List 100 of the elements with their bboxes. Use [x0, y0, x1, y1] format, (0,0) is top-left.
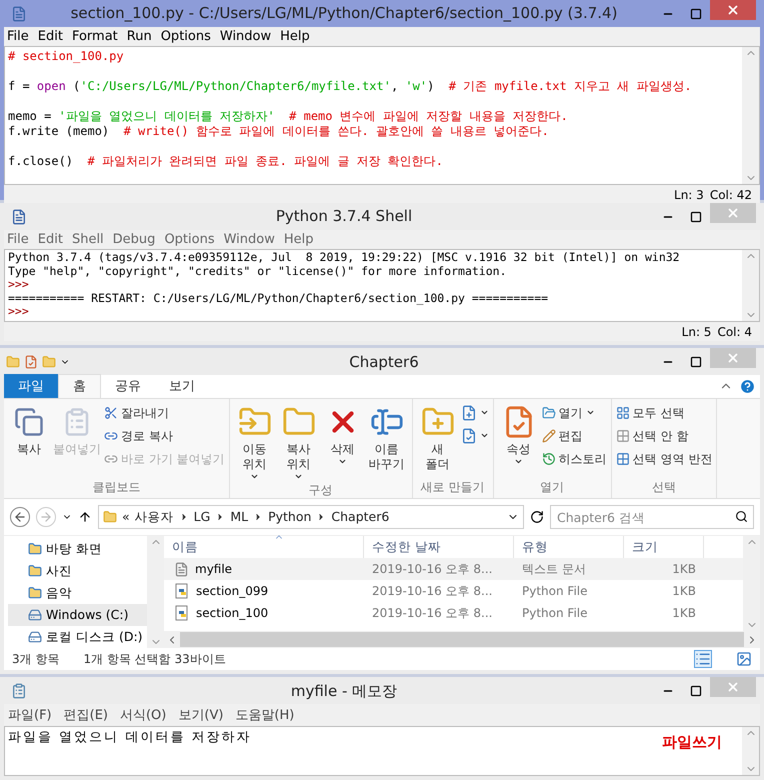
ribbon-button[interactable]: 속성	[498, 402, 540, 478]
ribbon-button[interactable]: 삭제	[322, 402, 364, 482]
nav-item[interactable]: 음악	[8, 582, 147, 604]
menu-item[interactable]: Edit	[38, 26, 63, 46]
breadcrumb[interactable]: Python	[268, 508, 312, 527]
python-file-icon	[174, 583, 190, 600]
ribbon-tab[interactable]: 공유	[101, 374, 155, 398]
menu-item[interactable]: 서식(O)	[120, 706, 166, 726]
ribbon-tab[interactable]: 홈	[58, 374, 101, 398]
folder-icon	[542, 406, 556, 420]
nav-item[interactable]: 바탕 화면	[8, 538, 147, 560]
menu-item[interactable]: Help	[280, 26, 310, 46]
file-type: Python File	[522, 584, 588, 598]
nav-item[interactable]: 사진	[8, 560, 147, 582]
shell-prompt: >>>	[8, 278, 29, 292]
ribbon-tab[interactable]: 파일	[4, 374, 58, 398]
file-type: 텍스트 문서	[522, 562, 586, 576]
status-text: 3개 항목	[12, 651, 60, 668]
menu-item[interactable]: Window	[220, 26, 272, 46]
folder-icon	[28, 564, 42, 578]
group-label: 구성	[308, 482, 334, 500]
file-name: myfile	[195, 561, 232, 578]
ribbon-button[interactable]: 히스토리	[542, 448, 607, 470]
code-line: # section_100.py	[8, 49, 125, 64]
ribbon-button[interactable]: 선택 안 함	[616, 425, 712, 446]
text-file-icon	[174, 562, 189, 577]
file-row[interactable]: section_099 2019-10-16 오후 8... Python File 1KB	[164, 580, 743, 602]
menu-item[interactable]: 보기(V)	[178, 706, 224, 726]
breadcrumb[interactable]: LG	[194, 508, 210, 527]
ribbon-button[interactable]: 이동 위치	[234, 402, 276, 482]
menu-item[interactable]: Debug	[112, 230, 156, 250]
code-line: f = open ('C:/Users/LG/ML/Python/Chapter6/myfile.txt', 'w') # 기존 myfile.txt 지우고 새 파일생성.	[8, 79, 693, 94]
file-check-icon	[460, 428, 477, 444]
menu-item[interactable]: Run	[126, 26, 152, 46]
python-file-icon	[174, 605, 190, 622]
breadcrumb[interactable]: ML	[230, 508, 248, 527]
up-icon	[78, 510, 92, 524]
search-field[interactable]: Chapter6 검색	[550, 505, 754, 530]
ribbon-button[interactable]: 경로 복사	[104, 425, 225, 446]
breadcrumb[interactable]: Chapter6	[331, 508, 390, 527]
close-button[interactable]	[710, 0, 756, 20]
search-icon	[735, 510, 748, 524]
folder-icon	[28, 586, 42, 600]
shell-prompt: >>>	[8, 305, 30, 318]
scrollbar[interactable]	[742, 47, 759, 184]
folder-icon	[6, 354, 20, 369]
refresh-icon	[530, 510, 544, 524]
scrollbar[interactable]	[147, 536, 164, 648]
menu-item[interactable]: 도움말(H)	[235, 706, 294, 726]
menu-item[interactable]: Help	[284, 230, 314, 250]
code-line: f.write (memo) # write() 함수로 파일에 데이터를 쓴다. 괄호안에 쓸 내용르 넣어준다.	[8, 124, 550, 139]
large-icons-view-icon[interactable]	[736, 651, 752, 668]
ribbon-button[interactable]: 모두 선택	[616, 402, 712, 424]
ribbon-button[interactable]: 편집	[542, 425, 607, 446]
group-label: 선택	[650, 479, 677, 496]
ribbon-button[interactable]: 복사 위치	[278, 402, 320, 482]
file-size: 1KB	[672, 606, 696, 620]
ribbon-button[interactable]: 열기	[542, 402, 607, 424]
scissors-icon	[104, 406, 118, 420]
document-text: 파일을 열었으니 데이터를 저장하자	[8, 729, 252, 748]
window-title: Chapter6	[348, 352, 420, 373]
menu-item[interactable]: 편집(E)	[64, 706, 108, 726]
help-icon	[739, 378, 756, 396]
scrollbar[interactable]	[743, 536, 760, 632]
file-date: 2019-10-16 오후 8...	[372, 606, 492, 620]
breadcrumb[interactable]: 사용자	[134, 508, 174, 527]
file-row[interactable]: section_100 2019-10-16 오후 8... Python File 1KB	[164, 602, 743, 624]
file-name: section_099	[196, 583, 268, 600]
back-icon	[10, 507, 30, 528]
nav-item[interactable]: Windows (C:)	[8, 604, 147, 626]
file-row[interactable]: myfile 2019-10-16 오후 8... 텍스트 문서 1KB	[164, 558, 743, 580]
scrollbar[interactable]	[742, 727, 759, 775]
menu-item[interactable]: File	[7, 230, 29, 250]
ribbon-button[interactable]: 새 폴더	[416, 402, 459, 478]
details-view-icon[interactable]	[694, 650, 712, 668]
scrollbar[interactable]	[742, 250, 759, 322]
ribbon-button[interactable]: 이름 바꾸기	[366, 402, 408, 482]
menu-item[interactable]: File	[7, 26, 29, 46]
ribbon-button[interactable]: 잘라내기	[104, 402, 225, 424]
address-bar[interactable]: « 사용자 LG ML Python Chapter6	[98, 505, 524, 530]
new-file-icon	[460, 404, 477, 421]
drive-icon	[28, 608, 42, 622]
menu-item[interactable]: Edit	[38, 230, 63, 250]
nav-item[interactable]: 로컬 디스크 (D:)	[8, 626, 147, 648]
horizontal-scrollbar[interactable]	[164, 631, 760, 648]
ribbon-button[interactable]: 선택 영역 반전	[616, 448, 712, 470]
status-text: Ln: 3	[674, 186, 704, 204]
menu-item[interactable]: Options	[160, 26, 211, 46]
menu-item[interactable]: Shell	[72, 230, 104, 250]
ribbon-button[interactable]: 복사	[8, 402, 50, 478]
menu-item[interactable]: Window	[224, 230, 275, 250]
status-text: Ln: 5	[682, 324, 712, 341]
menu-item[interactable]: 파일(F)	[8, 706, 52, 726]
notepad-icon	[11, 682, 27, 699]
menu-item[interactable]: Format	[72, 26, 118, 46]
folder-icon	[42, 354, 56, 369]
window-title: Python 3.7.4 Shell	[274, 206, 414, 228]
maximize-icon	[690, 8, 702, 20]
menu-item[interactable]: Options	[164, 230, 215, 250]
ribbon-tab[interactable]: 보기	[155, 374, 209, 398]
